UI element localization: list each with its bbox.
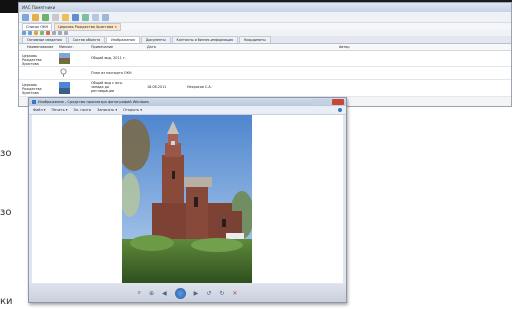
tab-label: Документы — [145, 38, 166, 42]
help-icon[interactable] — [102, 13, 109, 21]
church-photo — [122, 115, 252, 283]
viewer-app-icon — [32, 100, 36, 104]
doc-tab-label: Церковь Рождества Христова — [58, 24, 114, 29]
close-icon[interactable] — [332, 99, 344, 105]
record-subtabs: Основные сведения Состав объекта Изображ… — [19, 36, 511, 44]
fit-icon[interactable]: ⊕ — [149, 290, 154, 297]
thumbnail-image[interactable] — [59, 82, 70, 94]
background-text-fragment-3: ки — [0, 296, 13, 307]
row-name: Церковь Рождества Христова — [22, 54, 42, 66]
edit-icon[interactable] — [34, 31, 38, 35]
print-icon[interactable] — [52, 13, 59, 21]
row-name: Церковь Рождества Христова — [22, 83, 42, 95]
next-icon[interactable]: ▶ — [194, 290, 199, 297]
tab-contacts[interactable]: Контакты и бизнес-информация — [171, 36, 238, 43]
tab-label: Координаты — [243, 38, 266, 42]
new-icon[interactable] — [22, 13, 29, 21]
menu-print[interactable]: Печать ▾ — [52, 108, 68, 112]
tab-label: Основные сведения — [27, 38, 62, 42]
app-title: ИАС Памятники — [22, 5, 56, 10]
viewer-bottom-toolbar: ⌕ ⊕ ◀ ▶ ↺ ↻ ✕ — [29, 284, 346, 302]
menu-email[interactable]: Эл. почта — [74, 108, 92, 112]
forward-icon[interactable] — [28, 31, 32, 35]
table-row[interactable]: Церковь Рождества Христова Общий вид с ю… — [19, 80, 511, 97]
column-header-name[interactable]: Наименование — [27, 45, 53, 49]
delete-icon[interactable]: ✕ — [232, 290, 237, 297]
images-grid-header: Наименование Миниат. Примечание Дата Авт… — [19, 44, 511, 51]
viewer-title: Изображение - Средство просмотра фотогра… — [38, 100, 149, 104]
add-icon[interactable] — [40, 31, 44, 35]
background-text-fragment-1: зо — [0, 148, 12, 159]
back-icon[interactable] — [22, 31, 26, 35]
column-header-thumb[interactable]: Миниат. — [59, 45, 74, 49]
tab-coordinates[interactable]: Координаты — [238, 36, 271, 43]
viewer-title-bar: Изображение - Средство просмотра фотогра… — [29, 98, 346, 106]
row-note: План из паспорта ОКН — [91, 71, 132, 75]
column-header-note[interactable]: Примечание — [91, 45, 113, 49]
row-note: Общий вид с юго-запада до реставрации — [91, 81, 123, 93]
tab-documents[interactable]: Документы — [140, 36, 171, 43]
delete-icon[interactable] — [46, 31, 50, 35]
table-row[interactable]: План из паспорта ОКН — [19, 67, 511, 80]
menu-file[interactable]: Файл ▾ — [33, 108, 46, 112]
help-icon[interactable] — [338, 108, 342, 112]
doc-tab-church[interactable]: Церковь Рождества Христова ✕ — [54, 22, 122, 31]
pin-icon[interactable] — [59, 68, 68, 77]
close-icon[interactable]: ✕ — [114, 25, 117, 29]
table-icon[interactable] — [72, 13, 79, 21]
column-header-date[interactable]: Дата — [147, 45, 156, 49]
document-tabs: Список ОКН Церковь Рождества Христова ✕ — [19, 22, 511, 31]
tab-images[interactable]: Изображения — [106, 36, 140, 43]
save-icon[interactable] — [42, 13, 49, 21]
tab-label: Состав объекта — [72, 38, 101, 42]
maximize-icon[interactable] — [322, 99, 331, 105]
main-toolbar — [19, 12, 511, 23]
column-header-author[interactable]: Автор — [339, 45, 350, 49]
top-left-block — [0, 0, 18, 13]
background-text-fragment-2: зо — [0, 207, 12, 218]
rotate-left-icon[interactable]: ↺ — [206, 290, 211, 297]
viewer-menu-bar: Файл ▾ Печать ▾ Эл. почта Записать ▾ Отк… — [29, 106, 346, 115]
table-row[interactable]: Церковь Рождества Христова Общий вид, 20… — [19, 51, 511, 67]
refresh-icon[interactable] — [52, 31, 56, 35]
app-title-bar: ИАС Памятники — [19, 3, 511, 12]
viewer-canvas — [32, 115, 343, 283]
tab-label: Изображения — [111, 38, 135, 42]
photo-viewer-window: Изображение - Средство просмотра фотогра… — [28, 97, 347, 303]
tab-main-info[interactable]: Основные сведения — [22, 36, 67, 43]
row-date: 18.08.2011 — [147, 85, 167, 89]
tab-composition[interactable]: Состав объекта — [67, 36, 106, 43]
rotate-right-icon[interactable]: ↻ — [219, 290, 224, 297]
doc-tab-list[interactable]: Список ОКН — [22, 22, 53, 31]
settings-icon[interactable] — [92, 13, 99, 21]
folder-icon[interactable] — [62, 13, 69, 21]
filter-icon[interactable] — [58, 31, 62, 35]
minimize-icon[interactable] — [312, 99, 321, 105]
row-author: Некрасов С.А. — [187, 85, 212, 89]
previous-icon[interactable]: ◀ — [162, 290, 167, 297]
map-icon[interactable] — [82, 13, 89, 21]
zoom-icon[interactable]: ⌕ — [138, 289, 141, 297]
menu-burn[interactable]: Записать ▾ — [97, 108, 117, 112]
doc-tab-label: Список ОКН — [26, 24, 49, 29]
slideshow-button[interactable] — [174, 287, 186, 299]
ias-main-window: ИАС Памятники Список ОКН Церковь Рождест… — [18, 2, 512, 107]
menu-open[interactable]: Открыть ▾ — [123, 108, 142, 112]
thumbnail-image[interactable] — [59, 53, 70, 64]
row-note: Общий вид, 2011 г. — [91, 56, 126, 60]
export-icon[interactable] — [64, 31, 68, 35]
open-folder-icon[interactable] — [32, 13, 39, 21]
tab-label: Контакты и бизнес-информация — [176, 38, 233, 42]
